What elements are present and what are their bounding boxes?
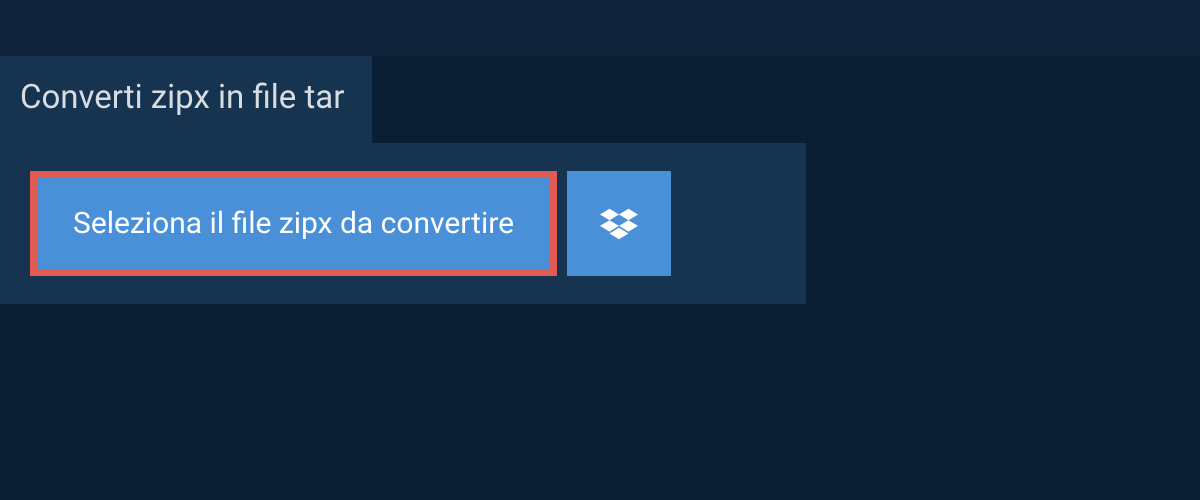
page-title: Converti zipx in file tar (20, 78, 344, 117)
content-area: Seleziona il file zipx da convertire (0, 143, 806, 304)
select-file-button[interactable]: Seleziona il file zipx da convertire (30, 171, 557, 276)
dropbox-icon (600, 205, 638, 243)
top-bar (0, 0, 1200, 56)
title-box: Converti zipx in file tar (0, 56, 372, 143)
dropbox-button[interactable] (567, 171, 671, 276)
button-row: Seleziona il file zipx da convertire (30, 171, 806, 276)
